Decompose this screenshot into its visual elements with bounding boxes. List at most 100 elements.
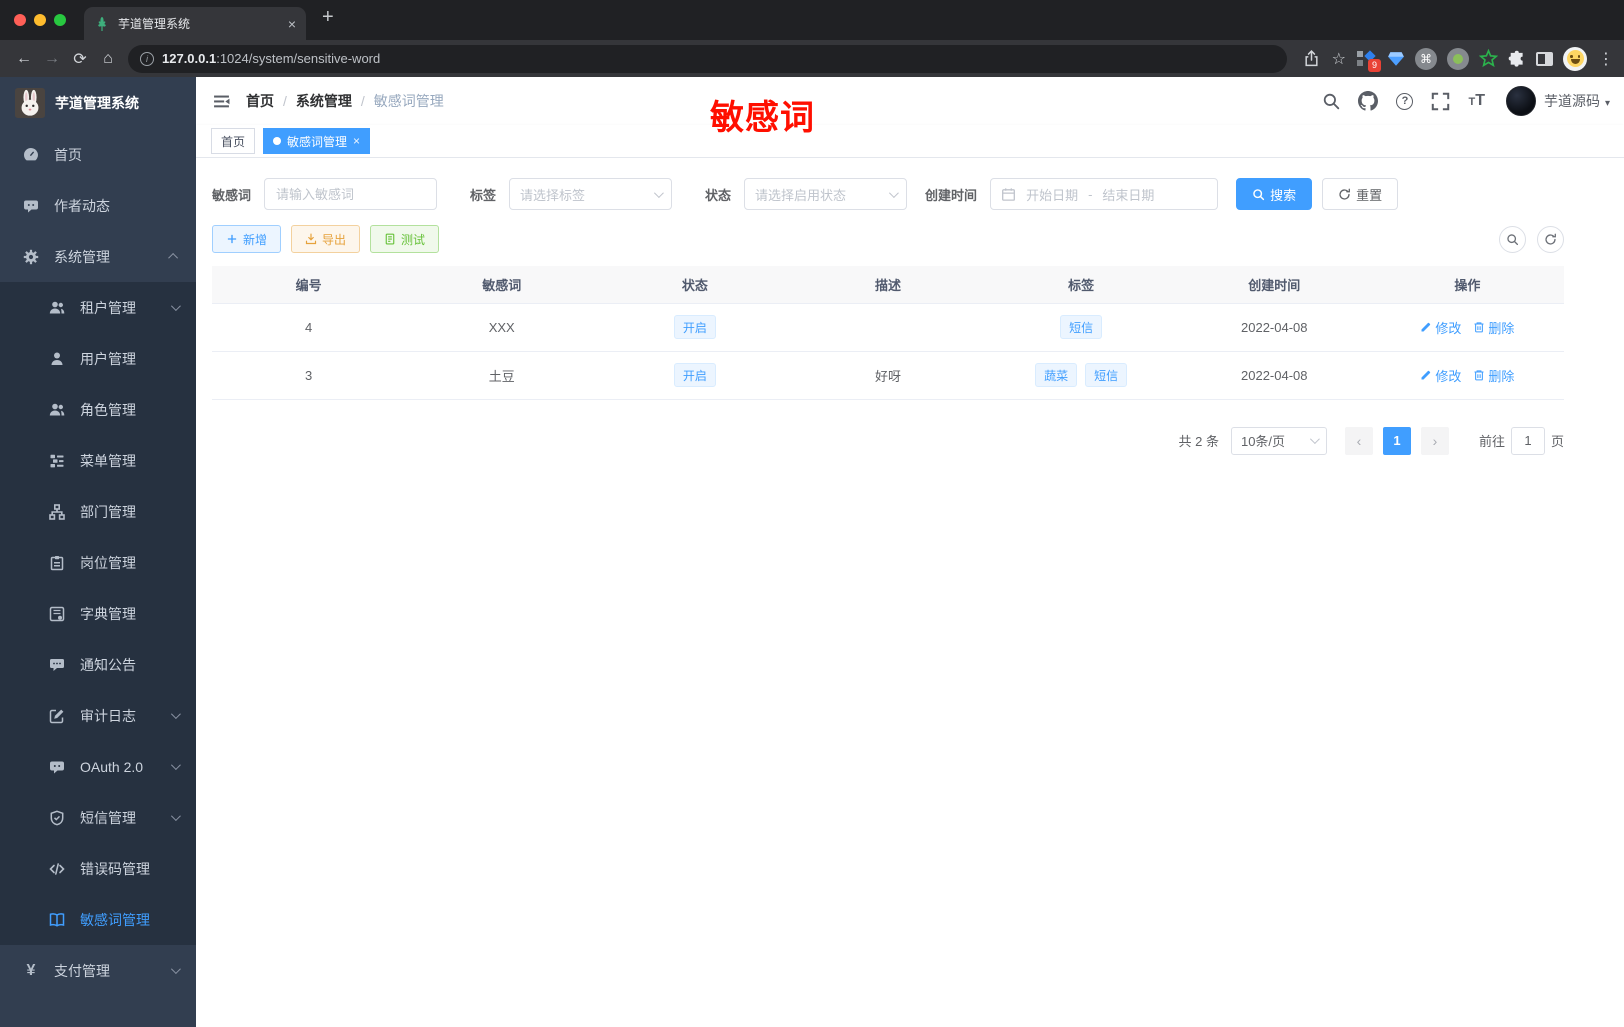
view-tag-home[interactable]: 首页 [211,128,256,154]
user-name[interactable]: 芋道源码 [1544,91,1600,111]
search-button[interactable]: 搜索 [1236,178,1313,210]
back-button[interactable]: ← [10,50,38,68]
browser-tab[interactable]: 芋道管理系统 × [84,7,306,40]
status-select[interactable]: 请选择启用状态 [744,178,908,210]
tree-list-icon [48,453,66,469]
trash-icon [1474,322,1484,333]
help-icon[interactable]: ? [1396,92,1414,110]
bookmark-star-icon[interactable]: ☆ [1332,49,1346,69]
date-range-picker[interactable]: 开始日期 - 结束日期 [990,178,1219,210]
browser-tab-strip: 芋道管理系统 × + [0,0,1624,40]
table-refresh-button[interactable] [1537,225,1564,253]
sidebar-item-oauth[interactable]: OAuth 2.0 [0,741,196,792]
pencil-icon [1421,322,1431,332]
sidebar-item-user[interactable]: 用户管理 [0,333,196,384]
logo-rabbit-image [15,88,45,118]
trash-icon [1474,370,1484,381]
sidebar-collapse-icon[interactable] [196,77,246,125]
status-badge: 开启 [673,363,716,387]
url-bar[interactable]: i 127.0.0.1 :1024/system/sensitive-word [128,44,1287,73]
fullscreen-icon[interactable] [1431,92,1450,111]
window-zoom-button[interactable] [54,14,66,26]
sidebar-item-sensitive-word[interactable]: 敏感词管理 [0,894,196,945]
sidebar-item-notice[interactable]: 通知公告 [0,639,196,690]
edit-link[interactable]: 修改 [1420,366,1461,385]
user-avatar[interactable] [1505,86,1536,116]
extension-record-icon[interactable] [1447,47,1469,70]
search-icon [1253,188,1265,200]
chevron-down-icon [170,760,181,771]
keyword-input-wrap [264,178,438,210]
sidebar-item-tenant[interactable]: 租户管理 [0,282,196,333]
home-button[interactable]: ⌂ [94,50,122,68]
reload-button[interactable]: ⟳ [66,49,94,69]
window-close-button[interactable] [14,14,26,26]
robot-icon [48,759,66,775]
tag-label: 标签 [470,187,497,203]
test-button[interactable]: 测试 [370,225,440,253]
side-panel-icon[interactable] [1536,51,1553,66]
extensions-puzzle-icon[interactable] [1508,50,1526,68]
user-menu-caret-icon[interactable]: ▾ [1605,98,1610,109]
chevron-down-icon [170,964,181,975]
status-label: 状态 [705,187,732,203]
keyword-input[interactable] [276,186,426,202]
sidebar-logo[interactable]: 芋道管理系统 [0,77,196,129]
sidebar-item-audit-log[interactable]: 审计日志 [0,690,196,741]
reset-button[interactable]: 重置 [1322,178,1399,210]
window-minimize-button[interactable] [34,14,46,26]
share-icon[interactable] [1303,50,1320,67]
extension-star-icon[interactable] [1479,49,1498,68]
site-info-icon[interactable]: i [140,51,154,66]
page-size-select[interactable]: 10条/页 [1230,426,1327,455]
new-tab-button[interactable]: + [322,6,334,29]
sidebar-item-sms[interactable]: 短信管理 [0,792,196,843]
sidebar-item-error-code[interactable]: 错误码管理 [0,843,196,894]
sidebar-item-author-news[interactable]: 作者动态 [0,180,196,231]
export-button[interactable]: 导出 [291,225,361,253]
table-search-button[interactable] [1499,225,1526,253]
browser-menu-icon[interactable]: ⋮ [1598,49,1614,69]
breadcrumb-home[interactable]: 首页 [246,91,274,111]
edit-link[interactable]: 修改 [1420,318,1461,337]
header-search-icon[interactable] [1322,92,1340,110]
tag-close-icon[interactable]: × [353,134,360,148]
sidebar-item-role[interactable]: 角色管理 [0,384,196,435]
forward-button[interactable]: → [38,50,66,68]
sidebar-item-post[interactable]: 岗位管理 [0,537,196,588]
calendar-icon [1002,187,1016,201]
col-status: 状态 [598,266,792,304]
prev-page-button[interactable]: ‹ [1344,426,1373,455]
tag-select[interactable]: 请选择标签 [509,178,673,210]
delete-link[interactable]: 删除 [1473,318,1514,337]
pagination: 共 2 条 10条/页 ‹ 1 › 前往 页 [212,426,1564,455]
sidebar-item-dict[interactable]: 字典管理 [0,588,196,639]
sidebar: 芋道管理系统 首页 作者动态 系统管理 租户管理 用户管理 角色管理 菜单管理 … [0,77,196,1027]
chevron-down-icon [170,709,181,720]
sidebar-item-home[interactable]: 首页 [0,129,196,180]
dashboard-icon [22,147,40,163]
gear-icon [22,249,40,265]
extension-grid-icon[interactable]: 9 [1357,49,1381,72]
breadcrumb: 首页 / 系统管理 / 敏感词管理 [246,91,444,111]
delete-link[interactable]: 删除 [1473,366,1514,385]
profile-avatar-icon[interactable] [1563,46,1587,71]
search-icon [1507,233,1519,245]
sidebar-item-system[interactable]: 系统管理 [0,231,196,282]
breadcrumb-system[interactable]: 系统管理 [296,91,352,111]
font-size-icon[interactable]: TT [1468,92,1485,110]
sidebar-item-menu[interactable]: 菜单管理 [0,435,196,486]
view-tag-sensitive-word[interactable]: 敏感词管理 × [263,128,371,154]
next-page-button[interactable]: › [1420,426,1449,455]
chevron-up-icon [168,252,179,263]
sidebar-item-dept[interactable]: 部门管理 [0,486,196,537]
extension-gem-icon[interactable] [1387,50,1405,68]
add-button[interactable]: 新增 [212,225,282,253]
current-page[interactable]: 1 [1382,426,1411,455]
sidebar-item-payment[interactable]: ¥ 支付管理 [0,945,196,996]
code-icon [48,861,66,877]
github-icon[interactable] [1358,91,1379,111]
goto-page-input[interactable] [1510,426,1545,455]
extension-command-icon[interactable]: ⌘ [1415,47,1437,70]
tab-close-icon[interactable]: × [288,16,296,32]
